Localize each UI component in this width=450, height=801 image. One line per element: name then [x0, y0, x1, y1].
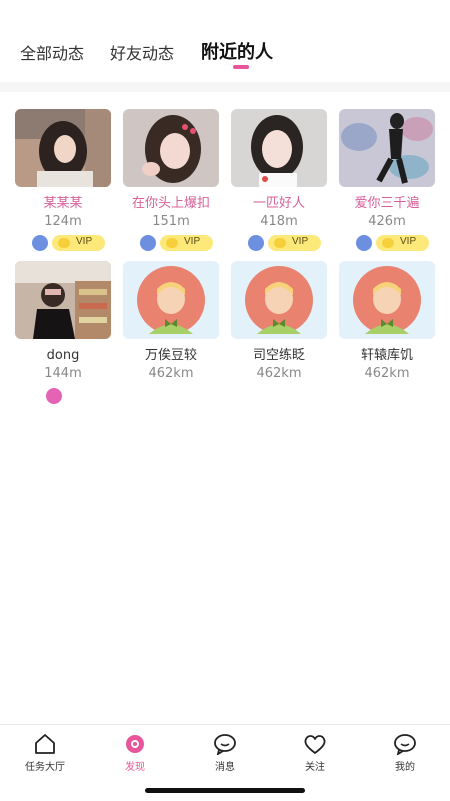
person-card[interactable]: 某某某 124m VIP: [15, 109, 111, 252]
nav-profile[interactable]: 我的: [375, 733, 435, 773]
male-icon: [140, 235, 156, 251]
person-card[interactable]: dong 144m: [15, 261, 111, 404]
person-photo[interactable]: [339, 261, 435, 339]
person-name: 万俟豆较: [144, 348, 197, 363]
person-name: 某某某: [43, 196, 83, 211]
tab-all-feed[interactable]: 全部动态: [20, 40, 84, 64]
person-distance: 462km: [256, 366, 302, 381]
male-icon: [356, 235, 372, 251]
profile-icon: [393, 733, 417, 756]
person-photo[interactable]: [231, 109, 327, 187]
person-distance: 462km: [364, 366, 410, 381]
person-photo[interactable]: [15, 261, 111, 339]
person-card[interactable]: 司空练眨 462km: [231, 261, 327, 382]
person-card[interactable]: 一匹好人 418m VIP: [231, 109, 327, 252]
default-avatar-icon: [123, 261, 219, 339]
person-photo[interactable]: [15, 109, 111, 187]
person-name: 一匹好人: [252, 196, 305, 211]
person-card[interactable]: 万俟豆较 462km: [123, 261, 219, 382]
nav-follow[interactable]: 关注: [285, 733, 345, 773]
person-card[interactable]: 轩辕库饥 462km: [339, 261, 435, 382]
tab-friends-feed[interactable]: 好友动态: [110, 40, 174, 64]
default-avatar-icon: [339, 261, 435, 339]
message-icon: [213, 733, 237, 756]
person-name: dong: [46, 348, 80, 363]
home-icon: [33, 733, 57, 755]
person-distance: 426m: [368, 214, 406, 229]
person-distance: 151m: [152, 214, 190, 229]
female-icon: [46, 388, 62, 404]
person-card[interactable]: 在你头上爆扣 151m VIP: [123, 109, 219, 252]
discover-icon: [123, 733, 147, 755]
person-card[interactable]: 爱你三千遍 426m VIP: [339, 109, 435, 252]
vip-badge: VIP: [52, 235, 105, 251]
person-name: 爱你三千遍: [354, 196, 420, 211]
person-photo[interactable]: [339, 109, 435, 187]
crown-icon: [166, 238, 178, 248]
crown-icon: [274, 238, 286, 248]
male-icon: [32, 235, 48, 251]
person-photo[interactable]: [123, 261, 219, 339]
home-indicator[interactable]: [145, 788, 305, 793]
vip-badge: VIP: [376, 235, 429, 251]
nav-messages[interactable]: 消息: [195, 733, 255, 773]
male-icon: [248, 235, 264, 251]
crown-icon: [58, 238, 70, 248]
person-name: 轩辕库饥: [360, 348, 413, 363]
vip-badge: VIP: [160, 235, 213, 251]
header-divider: [0, 82, 450, 92]
person-name: 司空练眨: [252, 348, 305, 363]
tab-nearby-people[interactable]: 附近的人: [201, 38, 273, 64]
heart-icon: [303, 733, 327, 755]
top-tabs: 全部动态 好友动态 附近的人: [0, 0, 450, 82]
person-distance: 462km: [148, 366, 194, 381]
nav-discover[interactable]: 发现: [105, 733, 165, 773]
person-photo[interactable]: [231, 261, 327, 339]
crown-icon: [382, 238, 394, 248]
person-distance: 124m: [44, 214, 82, 229]
person-distance: 418m: [260, 214, 298, 229]
nav-task-hall[interactable]: 任务大厅: [15, 733, 75, 773]
vip-badge: VIP: [268, 235, 321, 251]
default-avatar-icon: [231, 261, 327, 339]
person-photo[interactable]: [123, 109, 219, 187]
person-distance: 144m: [44, 366, 82, 381]
active-tab-indicator: [233, 65, 249, 69]
person-name: 在你头上爆扣: [131, 196, 210, 211]
